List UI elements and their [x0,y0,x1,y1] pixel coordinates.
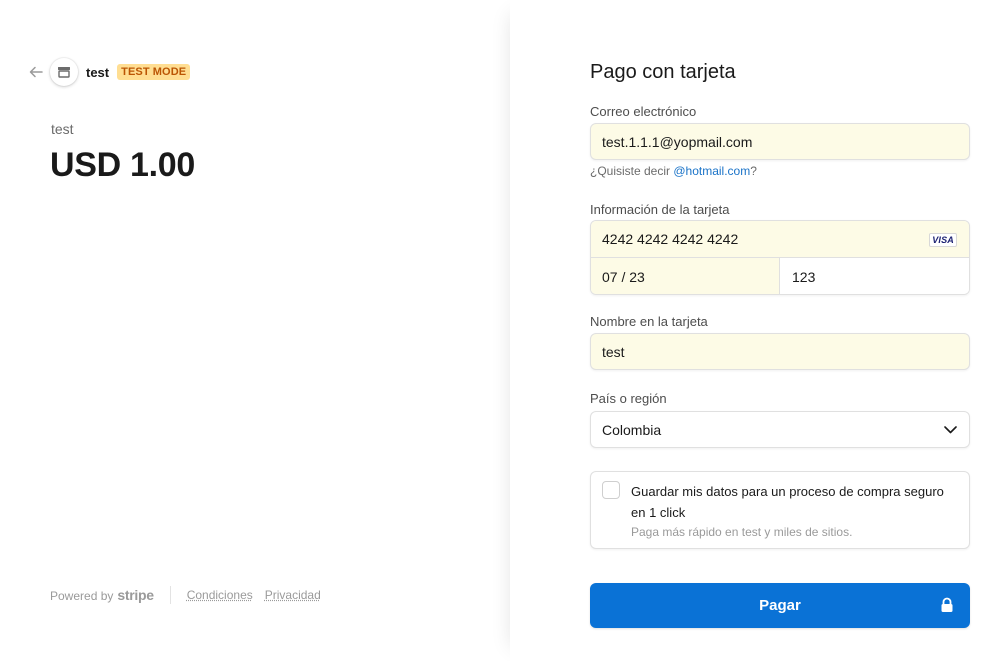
suggestion-prefix: ¿Quisiste decir [590,164,674,178]
privacy-link[interactable]: Privacidad [265,588,321,602]
store-icon [50,58,78,86]
email-value: test.1.1.1@yopmail.com [602,133,753,150]
save-info-subtext: Paga más rápido en test y miles de sitio… [631,525,853,539]
card-cvc-value: 123 [792,269,816,285]
stripe-logo: stripe [117,587,154,603]
card-cvc-field[interactable]: 123 [780,258,969,294]
pay-button-label: Pagar [759,597,801,614]
country-value: Colombia [602,421,662,438]
save-info-checkbox[interactable] [602,481,620,499]
summary-panel: test TEST MODE test USD 1.00 Powered by … [0,0,510,661]
terms-link[interactable]: Condiciones [187,588,253,602]
cardholder-name-value: test [602,343,625,360]
email-label: Correo electrónico [590,104,697,119]
test-mode-badge: TEST MODE [117,64,191,80]
country-select[interactable]: Colombia [590,411,970,448]
product-amount: USD 1.00 [50,146,196,184]
email-field[interactable]: test.1.1.1@yopmail.com [590,123,970,160]
country-label: País o región [590,391,667,406]
lock-icon [940,597,954,613]
save-info-label[interactable]: Guardar mis datos para un proceso de com… [631,481,951,523]
save-info-box: Guardar mis datos para un proceso de com… [590,471,970,549]
card-number-field[interactable]: 4242 4242 4242 4242 VISA [591,221,969,258]
card-expiry-field[interactable]: 07 / 23 [591,258,780,294]
chevron-down-icon [944,423,958,437]
pay-button[interactable]: Pagar [590,583,970,628]
suggestion-suffix: ? [750,164,757,178]
name-label: Nombre en la tarjeta [590,314,708,329]
back-arrow-icon[interactable] [28,64,44,80]
payment-panel: Pago con tarjeta Correo electrónico test… [510,0,1003,661]
footer-divider [169,586,171,604]
card-label: Información de la tarjeta [590,202,730,217]
card-number-value: 4242 4242 4242 4242 [602,231,739,247]
merchant-name: test [86,64,110,80]
cardholder-name-field[interactable]: test [590,333,970,370]
visa-icon: VISA [929,233,957,247]
powered-by-label: Powered by [50,589,114,603]
powered-by-stripe[interactable]: Powered by stripe [50,587,154,603]
footer: Powered by stripe Condiciones Privacidad [50,586,333,604]
card-expiry-value: 07 / 23 [602,269,645,285]
email-suggestion: ¿Quisiste decir @hotmail.com? [590,164,757,178]
suggestion-link[interactable]: @hotmail.com [673,164,750,178]
product-name: test [51,121,74,137]
form-title: Pago con tarjeta [590,61,736,83]
merchant-header: test TEST MODE [28,58,191,86]
card-info-group: 4242 4242 4242 4242 VISA 07 / 23 123 [590,220,970,295]
